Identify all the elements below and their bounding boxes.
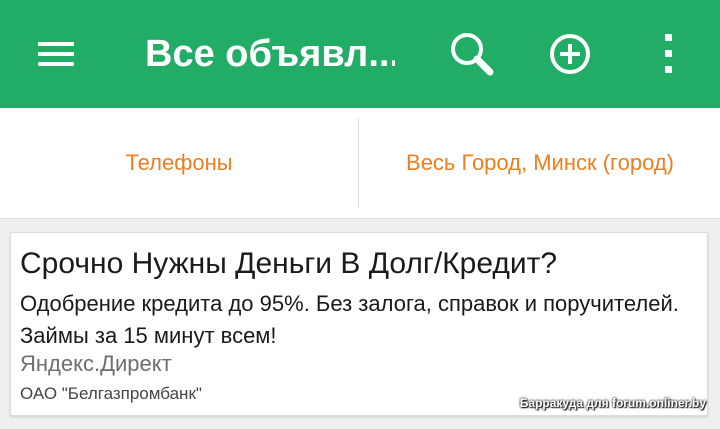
location-filter[interactable]: Весь Город, Минск (город) <box>360 108 720 218</box>
ad-advertiser: ОАО "Белгазпромбанк" <box>20 384 202 403</box>
more-vertical-icon[interactable] <box>640 24 700 84</box>
ad-source: Яндекс.Директ <box>20 351 172 376</box>
hamburger-menu-icon[interactable] <box>30 34 82 74</box>
app-bar: Все объявл... <box>0 0 720 108</box>
add-circle-icon[interactable] <box>540 24 600 84</box>
search-icon[interactable] <box>442 24 502 84</box>
ad-text: Одобрение кредита до 95%. Без залога, сп… <box>20 291 679 348</box>
ad-card[interactable]: Срочно Нужны Деньги В Долг/Кредит? Одобр… <box>10 232 708 416</box>
page-title: Все объявл... <box>145 33 395 75</box>
category-filter[interactable]: Телефоны <box>0 108 358 218</box>
watermark: Барракуда для forum.onliner.by <box>519 396 706 410</box>
ad-title[interactable]: Срочно Нужны Деньги В Долг/Кредит? <box>20 245 700 283</box>
filter-divider <box>358 118 359 208</box>
filter-bar: Телефоны Весь Город, Минск (город) <box>0 108 720 219</box>
